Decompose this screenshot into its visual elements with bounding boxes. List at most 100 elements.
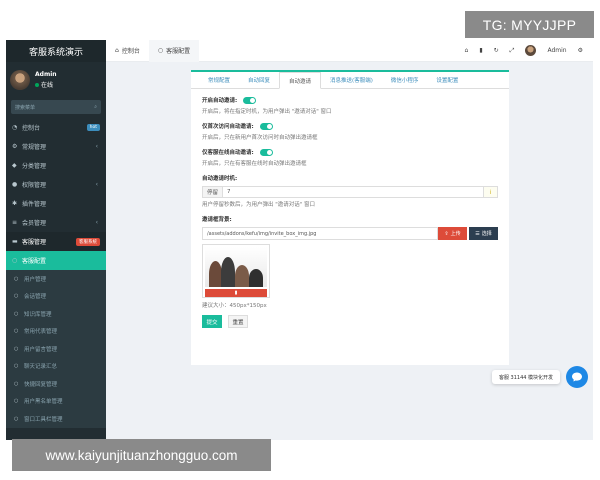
chat-pill[interactable]: 客服 31144 模块化开发: [492, 370, 560, 384]
tab-dashboard[interactable]: ⌂ 控制台: [106, 40, 149, 62]
timing-label: 自动邀请时机:: [202, 176, 238, 182]
user-name: Admin: [35, 71, 57, 78]
sidebar-item-label: 用户管理: [24, 276, 47, 283]
sidebar: 客服系统演示 Admin 在线 搜索菜单 ⌕ ◔ 控制台 hot ⚙ 常规管理 …: [6, 40, 106, 440]
auto-invite-toggle[interactable]: [243, 96, 257, 104]
avatar[interactable]: [525, 45, 537, 56]
upload-icon: ⇪: [444, 230, 449, 237]
chat-fab-button[interactable]: [566, 366, 588, 388]
sidebar-item-label: 权限管理: [22, 182, 47, 189]
chevron-left-icon: ‹: [95, 181, 98, 188]
sidebar-subitem-common[interactable]: ○ 常用代表管理: [6, 322, 106, 340]
sidebar-subitem-records[interactable]: ○ 聊天记录汇总: [6, 357, 106, 375]
size-note: 建议大小：450px*150px: [202, 303, 267, 309]
sidebar-item-label: 窗口工具栏管理: [24, 416, 63, 423]
sidebar-item-kefu[interactable]: ▬ 客服管理 客服系统: [6, 232, 106, 251]
sidebar-item-label: 插件管理: [22, 201, 47, 208]
sidebar-subitem-users[interactable]: ○ 用户管理: [6, 270, 106, 288]
user-status: 在线: [35, 80, 57, 89]
sidebar-subitem-messages[interactable]: ○ 用户留言管理: [6, 340, 106, 358]
sidebar-subitem-kefu-config[interactable]: ○ 客服配置: [6, 251, 106, 270]
chevron-left-icon: ‹: [95, 219, 98, 226]
first-visit-label: 仅首次访问自动邀请:: [202, 124, 254, 130]
sidebar-item-label: 会员管理: [22, 220, 47, 227]
cog-icon: ⚙: [12, 143, 18, 150]
list-icon: ≡: [12, 219, 18, 226]
first-visit-row: 仅首次访问自动邀请:: [202, 121, 498, 131]
bg-label: 邀请框背景:: [202, 217, 232, 223]
config-tabs: 常规配置 自动回复 自动邀请 消息推送(客服端) 微信小程序 设置配置: [191, 72, 509, 89]
sidebar-subitem-quick-reply[interactable]: ○ 快捷回复管理: [6, 375, 106, 393]
circle-icon: ○: [12, 257, 18, 264]
sidebar-item-label: 分类管理: [22, 163, 47, 170]
sidebar-item-label: 客服配置: [22, 258, 47, 265]
choose-button[interactable]: ☰ 选择: [469, 227, 498, 240]
tab-general[interactable]: 常规配置: [199, 72, 239, 88]
tab-label: 控制台: [121, 48, 140, 55]
online-dot-icon: [35, 82, 39, 87]
user-status-label: 在线: [41, 82, 54, 89]
upload-button[interactable]: ⇪ 上传: [438, 227, 467, 240]
sidebar-subitem-blacklist[interactable]: ○ 用户黑名单管理: [6, 392, 106, 410]
chat-icon: ▬: [12, 238, 18, 245]
reset-button[interactable]: 重置: [228, 315, 248, 328]
bg-path-input[interactable]: /assets/addons/kefu/img/invite_box_img.j…: [202, 227, 438, 240]
tab-wechat[interactable]: 微信小程序: [382, 72, 428, 88]
sidebar-item-label: 常用代表管理: [24, 329, 58, 336]
screen: 客服系统演示 Admin 在线 搜索菜单 ⌕ ◔ 控制台 hot ⚙ 常规管理 …: [0, 0, 600, 480]
timing-input[interactable]: 7: [223, 187, 483, 197]
spinner-icon[interactable]: ⁞: [483, 187, 497, 197]
sidebar-item-label: 知识库管理: [24, 311, 52, 318]
sidebar-item-general[interactable]: ⚙ 常规管理 ‹: [6, 137, 106, 156]
brand-title: 客服系统演示: [6, 40, 106, 62]
submit-button[interactable]: 提交: [202, 315, 222, 328]
sidebar-item-label: 会话管理: [24, 294, 47, 301]
tab-kefu-config[interactable]: ○ 客服配置: [148, 39, 200, 62]
sidebar-item-dashboard[interactable]: ◔ 控制台 hot: [6, 118, 106, 137]
bg-file-row: /assets/addons/kefu/img/invite_box_img.j…: [202, 227, 498, 240]
avatar: [10, 70, 30, 90]
sidebar-item-category[interactable]: ◆ 分类管理: [6, 156, 106, 175]
tab-label: 客服配置: [166, 48, 191, 55]
sidebar-item-addon[interactable]: ✱ 插件管理: [6, 194, 106, 213]
sidebar-search-input[interactable]: 搜索菜单 ⌕: [11, 100, 101, 114]
trash-icon[interactable]: ▮: [479, 47, 482, 54]
sidebar-item-label: 常规管理: [22, 144, 47, 151]
search-icon[interactable]: ⌕: [94, 104, 97, 110]
tab-auto-invite[interactable]: 自动邀请: [279, 72, 322, 89]
fullscreen-icon[interactable]: ⤢: [510, 47, 515, 55]
admin-label[interactable]: Admin: [547, 47, 566, 54]
home-icon: ⌂: [115, 47, 119, 54]
online-only-row: 仅客服在线自动邀请:: [202, 147, 498, 157]
settings-icon[interactable]: ⚙: [578, 47, 583, 54]
tab-push[interactable]: 消息推送(客服端): [321, 72, 382, 88]
auto-invite-label: 开启自动邀请:: [202, 98, 238, 104]
hot-badge: hot: [86, 124, 100, 131]
topbar: ⌂ 控制台 ○ 客服配置 ⌂ ▮ ↻ ⤢ Admin ⚙: [106, 39, 593, 62]
config-panel: 常规配置 自动回复 自动邀请 消息推送(客服端) 微信小程序 设置配置 开启自动…: [191, 70, 509, 365]
tab-settings[interactable]: 设置配置: [427, 72, 467, 88]
auto-invite-help: 开启后，将在指定时机，为用户弹出 "邀请对话" 窗口: [202, 109, 332, 115]
home-icon[interactable]: ⌂: [465, 47, 469, 54]
sidebar-subitem-toolbar[interactable]: ○ 窗口工具栏管理: [6, 410, 106, 428]
sidebar-subitem-knowledge[interactable]: ○ 知识库管理: [6, 305, 106, 323]
sidebar-item-member[interactable]: ≡ 会员管理 ‹: [6, 213, 106, 232]
sidebar-subitem-sessions[interactable]: ○ 会话管理: [6, 287, 106, 305]
timing-input-group: 停留 7 ⁞: [202, 186, 498, 198]
first-visit-toggle[interactable]: [259, 122, 273, 130]
form-actions: 提交 重置: [202, 315, 498, 328]
circle-icon: ○: [14, 345, 19, 352]
timing-help: 用户停留秒数后，为用户弹出 "邀请对话" 窗口: [202, 202, 316, 208]
delete-image-button[interactable]: ▮: [205, 289, 267, 297]
trash-icon: ▮: [234, 290, 238, 296]
choose-button-label: 选择: [481, 231, 492, 237]
sidebar-item-auth[interactable]: ● 权限管理 ‹: [6, 175, 106, 194]
tab-auto-reply[interactable]: 自动回复: [239, 72, 279, 88]
circle-icon: ○: [14, 293, 19, 300]
user-panel: Admin 在线: [6, 62, 106, 98]
circle-icon: ○: [14, 310, 19, 317]
bg-thumbnail: ▮: [202, 244, 270, 298]
refresh-icon[interactable]: ↻: [494, 47, 499, 54]
chat-bubble-icon: [572, 372, 582, 382]
online-only-toggle[interactable]: [259, 148, 273, 156]
